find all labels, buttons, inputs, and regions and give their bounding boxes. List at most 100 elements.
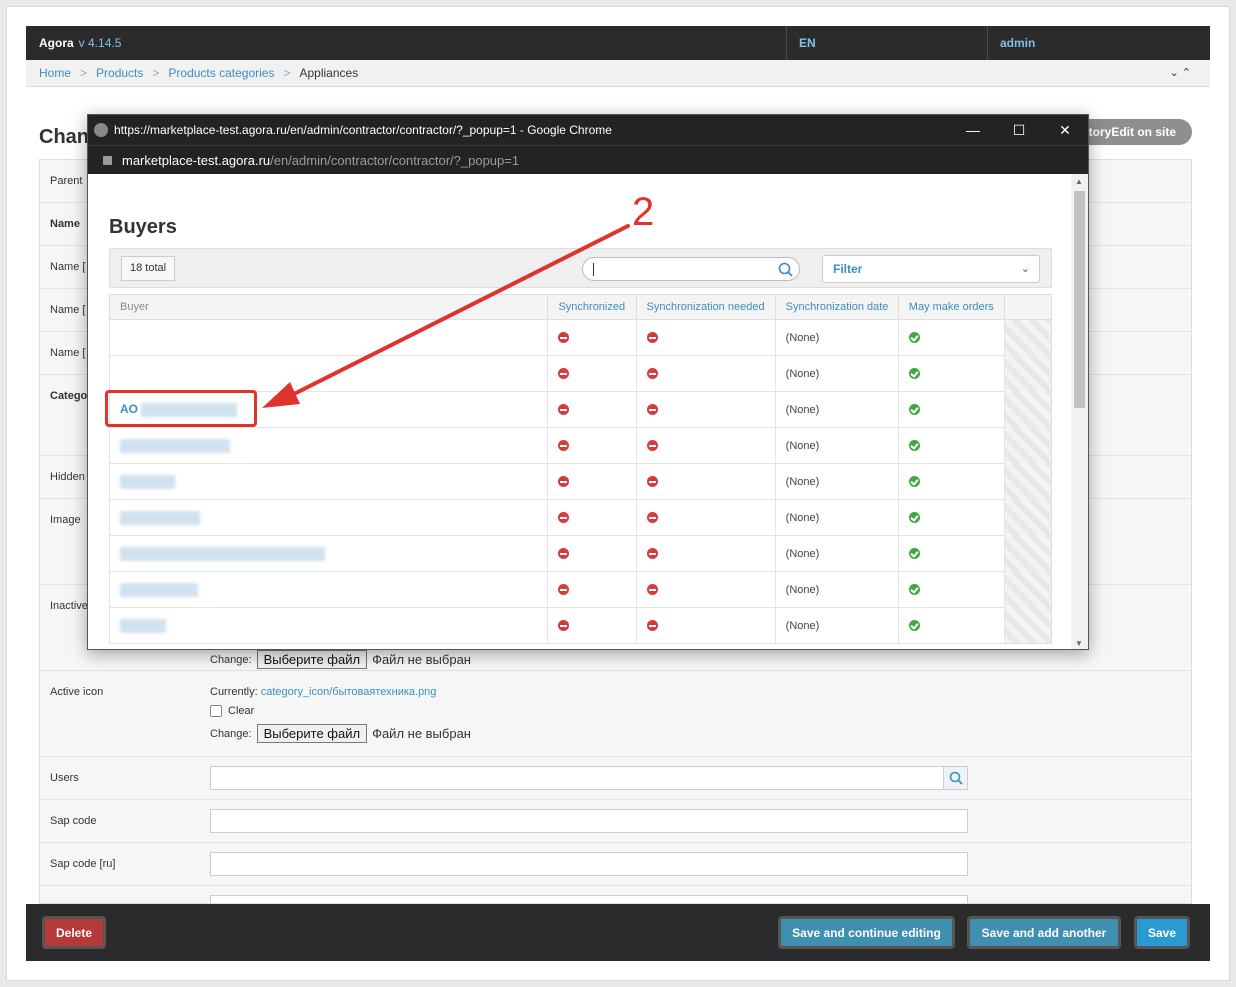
redacted-text[interactable]	[120, 474, 175, 489]
redacted-text[interactable]	[120, 618, 166, 633]
synchronized-cell	[547, 463, 637, 500]
column-header[interactable]: Synchronization date	[774, 294, 899, 320]
form-row-sap-code-ru: Sap code [ru]	[40, 843, 1191, 886]
sync-date-cell: (None)	[774, 319, 899, 356]
search-icon[interactable]	[778, 262, 793, 280]
buyer-cell[interactable]	[108, 571, 549, 608]
filter-dropdown[interactable]: Filter ⌄	[822, 255, 1040, 283]
breadcrumb-products[interactable]: Products	[96, 66, 143, 80]
breadcrumb-separator: >	[80, 66, 88, 80]
sap-code-ru-input[interactable]	[210, 852, 968, 876]
hatch-cell	[1004, 355, 1052, 392]
save-button[interactable]: Save	[1134, 916, 1190, 949]
column-header[interactable]: Synchronization needed	[635, 294, 776, 320]
column-header[interactable]: Synchronized	[547, 294, 637, 320]
synchronized-cell	[547, 571, 637, 608]
scroll-up-icon[interactable]: ▲	[1075, 177, 1083, 186]
change-label: Change:	[210, 727, 252, 740]
hatch-cell	[1004, 535, 1052, 572]
no-icon	[558, 548, 570, 560]
sync-date-cell: (None)	[774, 607, 899, 644]
breadcrumb-separator: >	[152, 66, 160, 80]
buyer-cell[interactable]	[108, 463, 549, 500]
yes-icon	[908, 368, 920, 380]
currently-line: Currently: category_icon/бытоваятехника.…	[210, 686, 471, 698]
buyer-cell[interactable]	[108, 319, 549, 356]
no-icon	[646, 368, 658, 380]
synchronized-cell	[547, 499, 637, 536]
annotation-highlight-box	[105, 390, 257, 427]
may-order-cell	[897, 319, 1005, 356]
address-path: /en/admin/contractor/contractor/?_popup=…	[270, 152, 520, 168]
scrollbar-thumb[interactable]	[1074, 191, 1085, 408]
total-count[interactable]: 18 total	[121, 256, 176, 281]
choose-file-button[interactable]: Выберите файл	[256, 724, 368, 743]
table-header: Buyer Synchronized Synchronization neede…	[108, 294, 1053, 320]
yes-icon	[908, 584, 920, 596]
hatch-cell	[1004, 571, 1052, 608]
sync-date-cell: (None)	[774, 463, 899, 500]
column-header[interactable]: May make orders	[897, 294, 1005, 320]
redacted-text[interactable]	[120, 510, 200, 525]
popup-scrollbar[interactable]: ▲ ▼	[1071, 174, 1088, 649]
scroll-down-icon[interactable]: ▼	[1075, 639, 1083, 648]
form-row-active-icon: Active icon Currently: category_icon/быт…	[40, 671, 1191, 757]
close-icon[interactable]: ✕	[1042, 115, 1088, 145]
yes-icon	[908, 476, 920, 488]
user-menu[interactable]: admin	[988, 26, 1210, 60]
search-icon[interactable]	[943, 767, 967, 789]
no-icon	[646, 404, 658, 416]
field-label: Inactive	[50, 600, 88, 612]
buyer-cell[interactable]	[108, 499, 549, 536]
yes-icon	[908, 440, 920, 452]
current-file-link[interactable]: category_icon/бытоваятехника.png	[261, 686, 437, 698]
table-row: (None)	[108, 355, 1052, 392]
text-input[interactable]	[210, 895, 968, 903]
collapse-expand-icon[interactable]: ⌄⌃	[1170, 66, 1194, 79]
buyer-cell[interactable]	[108, 535, 549, 572]
minimize-icon[interactable]: —	[950, 115, 996, 145]
popup-address-bar[interactable]: marketplace-test.agora.ru /en/admin/cont…	[88, 145, 1088, 174]
no-icon	[646, 584, 658, 596]
clear-checkbox[interactable]	[210, 705, 222, 717]
breadcrumb-home[interactable]: Home	[39, 66, 71, 80]
redacted-text[interactable]	[120, 546, 325, 561]
brand-name: Agora	[39, 36, 74, 50]
save-add-another-button[interactable]: Save and add another	[967, 916, 1121, 949]
active-icon-file: Currently: category_icon/бытоваятехника.…	[210, 686, 471, 743]
no-icon	[646, 548, 658, 560]
brand[interactable]: Agora v 4.14.5	[26, 26, 787, 60]
form-row-users: Users	[40, 757, 1191, 800]
breadcrumb-categories[interactable]: Products categories	[168, 66, 274, 80]
search-input[interactable]	[582, 257, 800, 281]
table-row: (None)	[108, 463, 1052, 500]
no-icon	[558, 620, 570, 632]
choose-file-button[interactable]: Выберите файл	[256, 650, 368, 669]
table-row: (None)	[108, 535, 1052, 572]
language-switch[interactable]: EN	[787, 26, 988, 60]
yes-icon	[908, 404, 920, 416]
column-header[interactable]: Buyer	[108, 294, 549, 320]
sync-date-cell: (None)	[774, 535, 899, 572]
clear-label: Clear	[228, 705, 255, 717]
users-input[interactable]	[210, 766, 968, 790]
clear-line: Clear	[210, 705, 471, 717]
sync-needed-cell	[635, 607, 776, 644]
table-row: (None)	[108, 571, 1052, 608]
buyer-cell[interactable]	[108, 427, 549, 464]
buyer-cell[interactable]	[108, 607, 549, 644]
redacted-text[interactable]	[120, 582, 198, 597]
hatch-cell	[1004, 319, 1052, 356]
redacted-text[interactable]	[120, 438, 230, 453]
sap-code-input[interactable]	[210, 809, 968, 833]
submit-row: Delete Save and continue editing Save an…	[26, 904, 1210, 961]
no-icon	[646, 512, 658, 524]
maximize-icon[interactable]: ☐	[996, 115, 1042, 145]
sync-date-cell: (None)	[774, 427, 899, 464]
delete-button[interactable]: Delete	[42, 916, 106, 949]
buyer-cell[interactable]	[108, 355, 549, 392]
save-continue-button[interactable]: Save and continue editing	[778, 916, 955, 949]
text-cursor	[593, 263, 594, 276]
synchronized-cell	[547, 355, 637, 392]
field-label: Name [	[50, 304, 86, 316]
